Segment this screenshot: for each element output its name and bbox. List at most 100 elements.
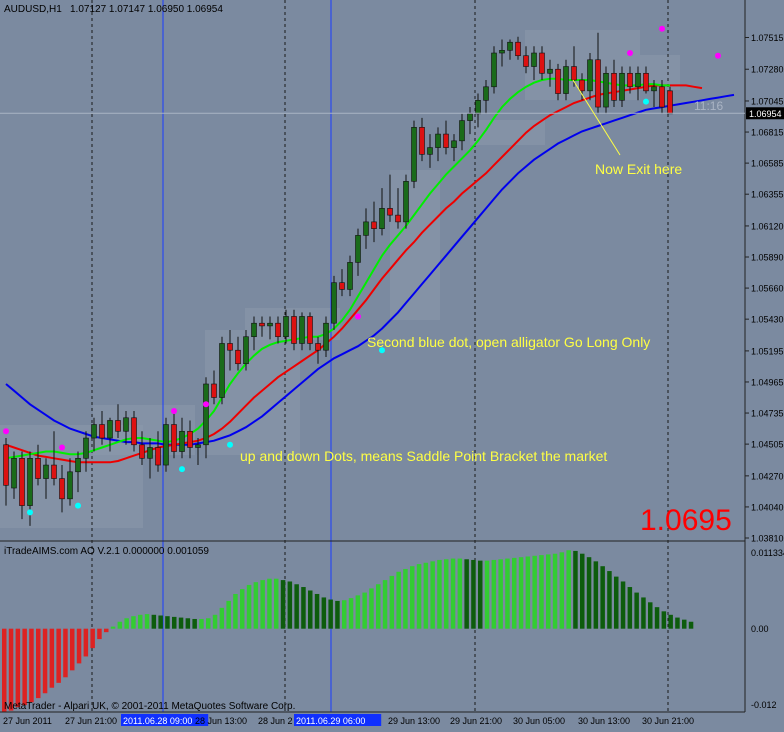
- candle-body: [267, 322, 273, 327]
- ao-bar: [158, 615, 163, 629]
- ao-bar: [641, 597, 646, 629]
- ao-bar: [491, 559, 497, 629]
- time-label: 30 Jun 05:00: [513, 716, 565, 726]
- cyan-dot: [227, 441, 233, 448]
- ao-bar: [546, 554, 551, 629]
- candle-body: [499, 50, 505, 54]
- candle-body: [75, 457, 81, 473]
- ao-bar: [49, 628, 55, 688]
- candle-body: [27, 457, 33, 506]
- ao-bar: [22, 628, 27, 706]
- ao-bar: [559, 552, 565, 629]
- ao-bar: [376, 584, 381, 629]
- candle-body: [547, 68, 553, 74]
- ao-bar: [430, 561, 435, 629]
- ao-bar: [212, 614, 218, 629]
- ao-bar: [240, 589, 245, 629]
- time-label: 29 Jun 13:00: [388, 716, 440, 726]
- candle-body: [123, 417, 129, 432]
- candle-body: [235, 349, 241, 365]
- trading-chart[interactable]: 1.07515 1.07280 1.07045 1.06815 1.06585 1.063…: [0, 0, 784, 732]
- candle-body: [11, 457, 17, 489]
- ao-bar: [471, 559, 476, 629]
- candle-body: [155, 447, 161, 466]
- price-tick-label: 1.07045: [751, 96, 784, 106]
- candle-body: [347, 262, 353, 290]
- candle-body: [403, 181, 409, 223]
- time-label: 30 Jun 21:00: [642, 716, 694, 726]
- ao-bar: [539, 555, 544, 629]
- ao-bar: [76, 628, 82, 664]
- candle-body: [523, 55, 529, 67]
- candle-body: [163, 424, 169, 466]
- ao-bar: [246, 584, 252, 629]
- ao-bar: [90, 628, 95, 649]
- candle-body: [659, 86, 665, 108]
- ao-bar: [450, 558, 456, 629]
- ao-bar: [124, 618, 129, 629]
- ao-bar: [620, 581, 626, 629]
- ao-bar: [444, 559, 449, 629]
- price-tick-label: 1.04735: [751, 409, 784, 419]
- candle-body: [491, 52, 497, 88]
- candle-body: [603, 72, 609, 108]
- candle-body: [363, 221, 369, 236]
- ao-bar: [110, 626, 116, 629]
- candle-body: [515, 41, 521, 57]
- candle-body: [323, 322, 329, 351]
- ao-bar: [688, 621, 694, 629]
- ao-bar: [260, 580, 265, 629]
- exit-annotation: Now Exit here: [595, 161, 682, 177]
- time-label: 27 Jun 21:00: [65, 716, 117, 726]
- candle-body: [187, 430, 193, 448]
- magenta-dot: [3, 428, 9, 435]
- candle-body: [219, 343, 225, 398]
- ao-bar: [389, 575, 395, 629]
- price-tick-label: 1.05890: [751, 253, 784, 263]
- ao-bar: [396, 571, 401, 629]
- candle-body: [35, 457, 41, 479]
- time-label: 28 Jun 2: [258, 716, 293, 726]
- price-tick-label: 1.07515: [751, 33, 784, 43]
- ao-bar: [464, 559, 469, 629]
- candle-body: [635, 72, 641, 88]
- candle-body: [3, 444, 9, 486]
- ao-bar: [416, 564, 422, 629]
- candle-body: [107, 420, 113, 439]
- ao-bar: [634, 592, 639, 629]
- candle-body: [291, 316, 297, 344]
- time-label: 28 Jun 13:00: [195, 716, 247, 726]
- copyright: MetaTrader - Alpari UK, © 2001-2011 Meta…: [4, 701, 295, 712]
- ao-bar: [675, 617, 680, 629]
- candle-body: [147, 447, 153, 459]
- candle-body: [451, 140, 457, 148]
- price-tick-label: 1.05430: [751, 315, 784, 325]
- candle-body: [211, 383, 217, 398]
- candle-body: [59, 478, 65, 500]
- ao-bar: [505, 558, 510, 629]
- ao-bar: [314, 593, 320, 629]
- candle-body: [283, 316, 289, 338]
- candle-body: [331, 282, 337, 324]
- ao-bar: [267, 578, 272, 629]
- candle-body: [419, 127, 425, 155]
- candle-body: [243, 336, 249, 365]
- ao-bar: [206, 618, 211, 629]
- price-tick-label: 1.05660: [751, 284, 784, 294]
- ao-bar: [144, 614, 150, 629]
- ao-bar: [131, 616, 136, 629]
- ao-bar: [654, 607, 660, 629]
- ao-tick-label: -0.012: [751, 700, 777, 710]
- candle-body: [371, 221, 377, 229]
- candle-body: [91, 424, 97, 439]
- price-tick-label: 1.04270: [751, 471, 784, 481]
- time-left-label: 11:16: [694, 99, 723, 113]
- candle-body: [595, 59, 601, 108]
- candle-body: [619, 72, 625, 101]
- price-tick-label: 1.06355: [751, 190, 784, 200]
- candle-body: [131, 417, 137, 446]
- ao-bar: [301, 587, 306, 629]
- candle-body: [563, 66, 569, 94]
- candle-body: [19, 457, 25, 506]
- ao-bar: [117, 621, 123, 629]
